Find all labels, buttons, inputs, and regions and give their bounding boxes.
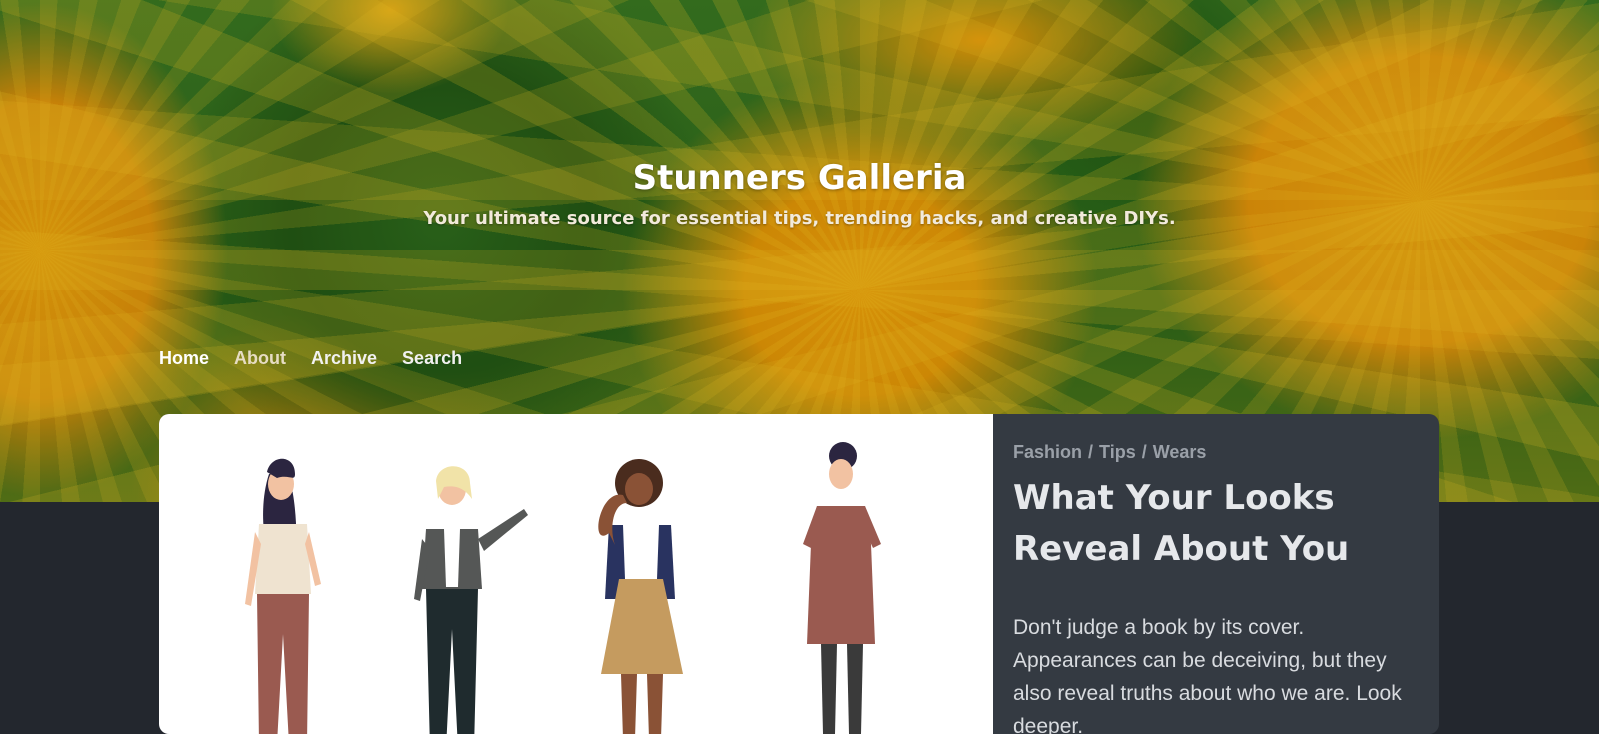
site-tagline: Your ultimate source for essential tips,… [423,208,1176,229]
figure-1 [245,458,321,734]
main-nav: Home About Archive Search [159,348,462,369]
breadcrumb-separator: / [1088,442,1094,462]
figure-3 [598,459,683,734]
post-title[interactable]: What Your Looks Reveal About You [1013,473,1419,575]
category-wears[interactable]: Wears [1153,442,1207,463]
nav-about[interactable]: About [234,348,286,369]
nav-home[interactable]: Home [159,348,209,369]
category-tips[interactable]: Tips [1099,442,1136,463]
post-excerpt: Don't judge a book by its cover. Appeara… [1013,616,1402,734]
breadcrumb-separator: / [1141,442,1147,462]
nav-archive[interactable]: Archive [311,348,377,369]
nav-search[interactable]: Search [402,348,462,369]
figure-4 [803,442,881,734]
post-content: Fashion / Tips / Wears What Your Looks R… [993,414,1439,734]
figure-2 [414,466,528,734]
post-illustration[interactable] [159,414,993,734]
featured-post-card[interactable]: Fashion / Tips / Wears What Your Looks R… [159,414,1439,734]
category-fashion[interactable]: Fashion [1013,442,1082,463]
post-categories: Fashion / Tips / Wears [1013,442,1419,463]
women-illustration [245,442,881,734]
site-title[interactable]: Stunners Galleria [0,158,1599,198]
